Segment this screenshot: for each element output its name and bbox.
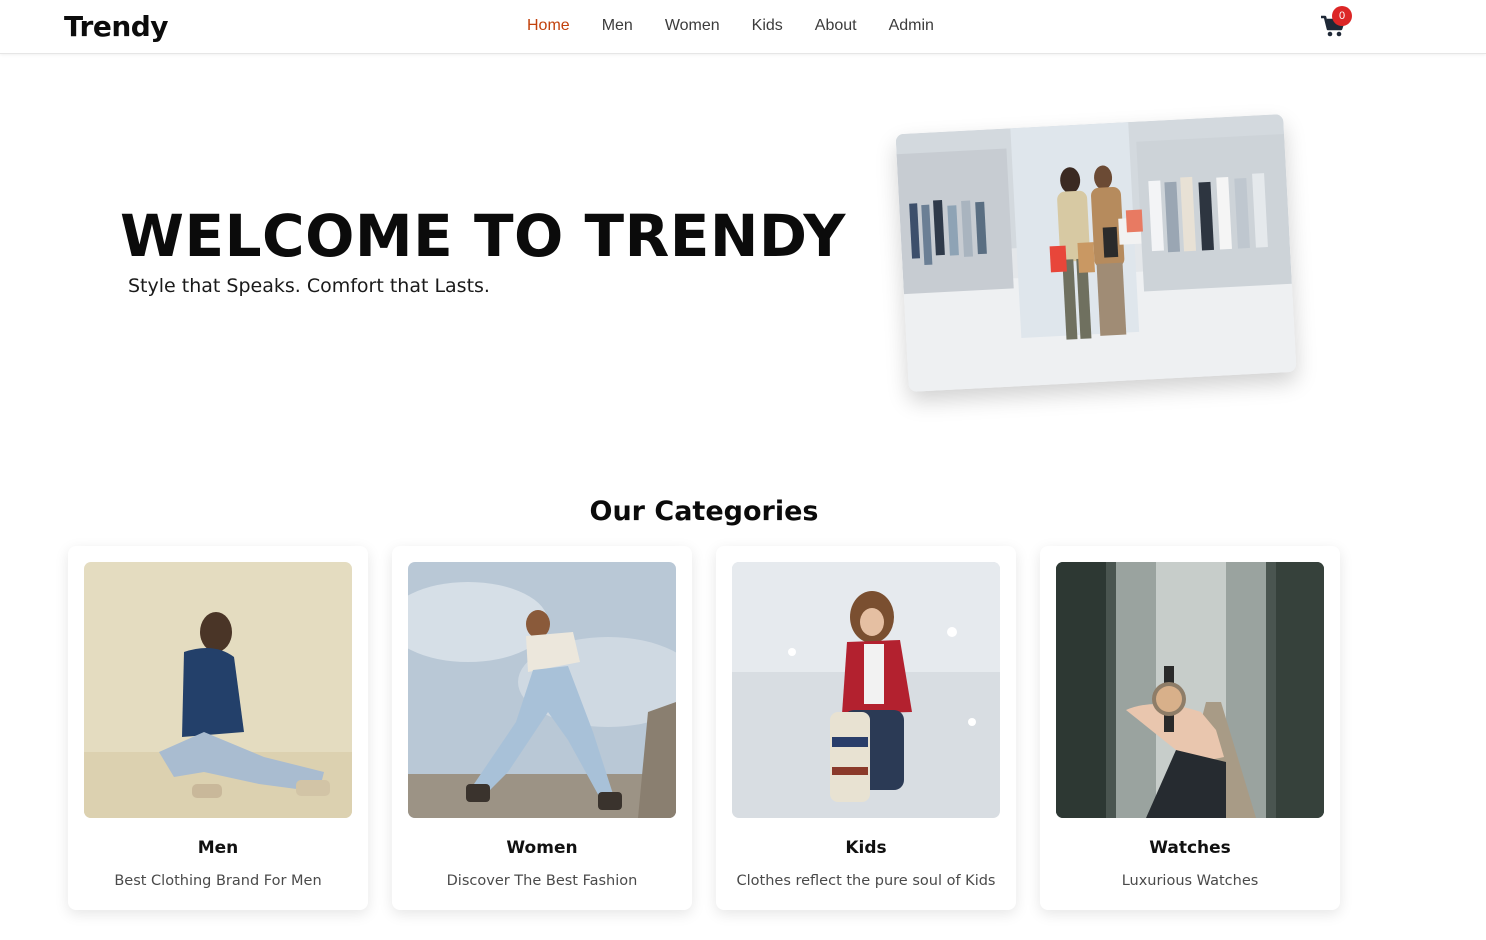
categories-heading: Our Categories	[589, 496, 819, 527]
category-title: Watches	[1149, 838, 1231, 858]
category-image-kids	[732, 562, 1000, 818]
category-card-women[interactable]: Women Discover The Best Fashion	[392, 546, 692, 910]
category-description: Discover The Best Fashion	[446, 873, 638, 889]
brand-logo[interactable]: Trendy	[64, 10, 169, 43]
category-card-watches[interactable]: Watches Luxurious Watches	[1040, 546, 1340, 910]
category-image-men	[84, 562, 352, 818]
category-description: Best Clothing Brand For Men	[114, 873, 322, 889]
site-header: Trendy Home Men Women Kids About Admin 0	[0, 0, 1486, 54]
nav-kids[interactable]: Kids	[752, 17, 783, 35]
category-title: Men	[197, 838, 239, 858]
category-image-watches	[1056, 562, 1324, 818]
category-title: Kids	[845, 838, 887, 858]
nav-home[interactable]: Home	[527, 17, 570, 35]
nav-women[interactable]: Women	[665, 17, 720, 35]
nav-about[interactable]: About	[815, 17, 857, 35]
category-title: Women	[506, 838, 578, 858]
category-card-kids[interactable]: Kids Clothes reflect the pure soul of Ki…	[716, 546, 1016, 910]
hero-subtitle: Style that Speaks. Comfort that Lasts.	[128, 275, 490, 297]
category-description: Luxurious Watches	[1121, 873, 1259, 889]
main-nav: Home Men Women Kids About Admin	[527, 17, 934, 35]
hero-image	[895, 114, 1297, 392]
cart-count-badge: 0	[1332, 6, 1352, 26]
category-card-men[interactable]: Men Best Clothing Brand For Men	[68, 546, 368, 910]
nav-admin[interactable]: Admin	[889, 17, 934, 35]
category-cards: Men Best Clothing Brand For Men Women Di…	[68, 546, 1340, 910]
nav-men[interactable]: Men	[602, 17, 633, 35]
hero-title: WELCOME TO TRENDY	[120, 202, 846, 270]
category-description: Clothes reflect the pure soul of Kids	[736, 873, 996, 889]
category-image-women	[408, 562, 676, 818]
